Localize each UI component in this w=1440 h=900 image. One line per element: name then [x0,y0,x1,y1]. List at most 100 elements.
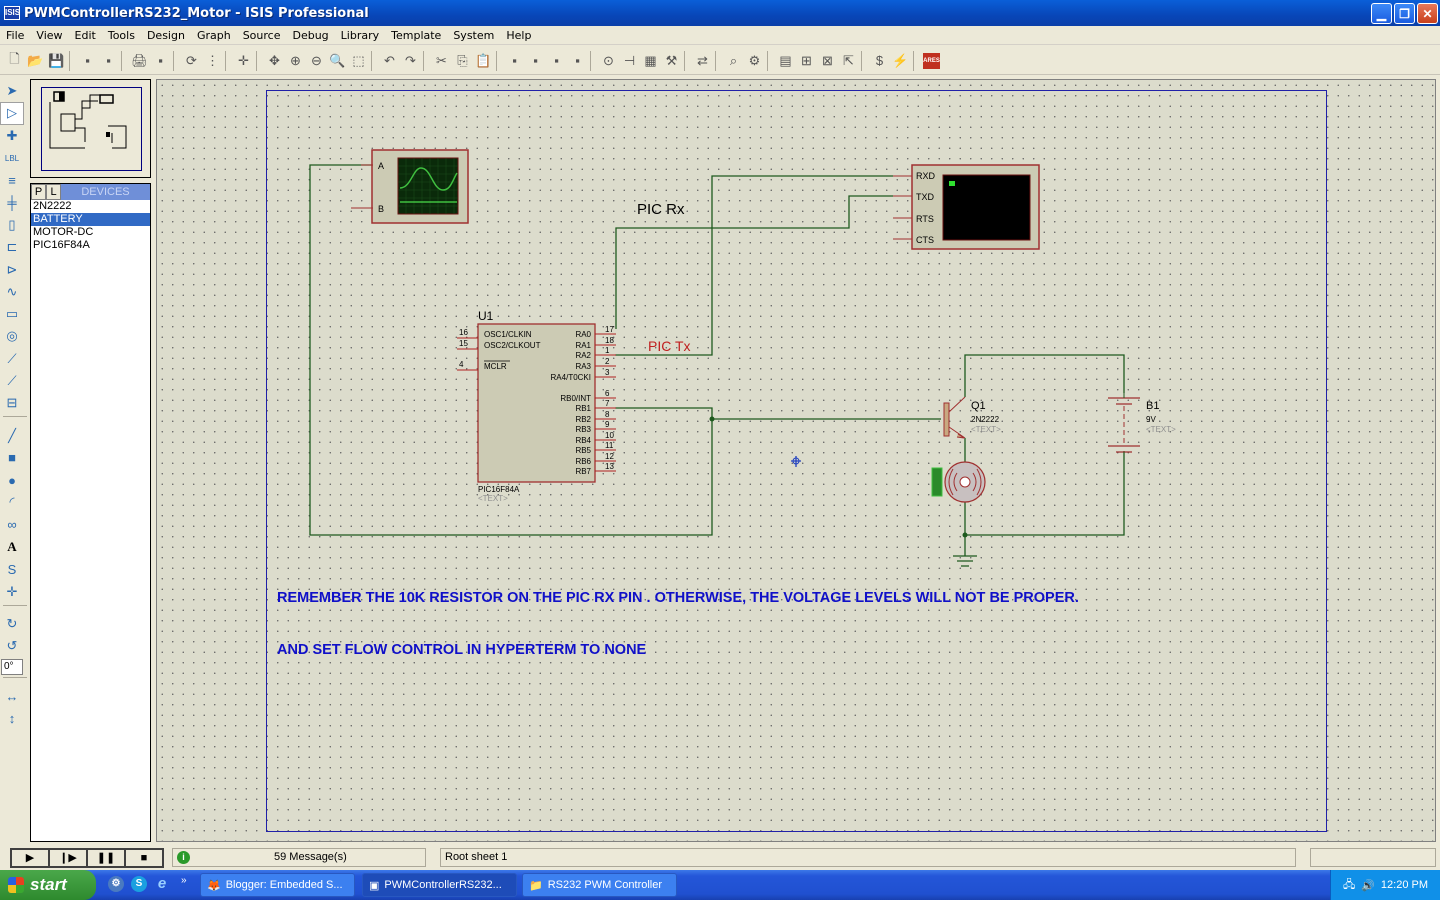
copy-icon[interactable]: ⎘ [452,50,473,71]
bus-icon[interactable]: ╪ [0,191,24,213]
redraw-icon[interactable]: ⟳ [181,50,202,71]
menu-edit[interactable]: Edit [69,29,102,42]
subcircuit-icon[interactable]: ▯ [0,214,24,236]
start-button[interactable]: start [0,870,96,900]
print-icon[interactable]: 🖨 [129,50,150,71]
menu-graph[interactable]: Graph [191,29,237,42]
box-icon[interactable]: ■ [0,447,24,469]
virtual-terminal[interactable]: RXD TXD RTS CTS [893,164,1040,250]
redo-icon[interactable]: ↷ [400,50,421,71]
wire-label-icon[interactable]: LBL [0,147,24,169]
mirror-y-icon[interactable]: ↕ [0,708,24,730]
paste-icon[interactable]: 📋 [473,50,494,71]
symbol-icon[interactable]: S [0,558,24,580]
library-manager-button[interactable]: L [46,184,61,200]
menu-debug[interactable]: Debug [286,29,334,42]
device-item[interactable]: BATTERY [31,213,150,226]
remove-sheet-icon[interactable]: ⊠ [817,50,838,71]
new-sheet-icon[interactable]: ▤ [775,50,796,71]
graph-icon[interactable]: ∿ [0,281,24,303]
block-copy-icon[interactable]: ▪ [504,50,525,71]
import-section-icon[interactable]: ▪ [77,50,98,71]
internet-explorer-icon[interactable]: e [154,876,170,892]
virtual-instrument-icon[interactable]: ⊟ [0,392,24,414]
packaging-icon[interactable]: ▦ [640,50,661,71]
taskbar-item[interactable]: 🦊 Blogger: Embedded S... [200,873,355,897]
u1-pic16f84a[interactable]: U1 PIC16F84A <TEXT> 16 OSC1/CLKIN15 OSC2/C… [457,309,616,503]
make-device-icon[interactable]: ⊣ [619,50,640,71]
cut-icon[interactable]: ✂ [431,50,452,71]
overview-viewport[interactable] [41,87,142,171]
schematic[interactable]: A B RXD TXD RTS CTS PIC Rx PIC Tx U1 PIC… [157,80,1437,843]
quicklaunch-overflow-icon[interactable]: » [181,875,187,886]
marker-icon[interactable]: ✛ [0,581,24,603]
block-rotate-icon[interactable]: ▪ [546,50,567,71]
select-icon[interactable]: ➤ [0,80,24,102]
menu-system[interactable]: System [447,29,500,42]
taskbar-item[interactable]: ▣ PWMControllerRS232... [362,873,517,897]
pin-icon[interactable]: ⊳ [0,258,24,280]
terminal-icon[interactable]: ⊏ [0,236,24,258]
goto-parent-icon[interactable]: ⇱ [838,50,859,71]
message-box[interactable]: i 59 Message(s) [172,848,426,867]
quicklaunch-app-icon[interactable]: ⚙ [108,876,124,892]
zoom-all-icon[interactable]: 🔍 [327,50,348,71]
mirror-x-icon[interactable]: ↔ [0,685,24,707]
rotate-ccw-icon[interactable]: ↺ [0,635,24,657]
tape-recorder-icon[interactable]: ▭ [0,303,24,325]
pan-icon[interactable]: ✥ [264,50,285,71]
isis-app-icon[interactable]: ISIS [4,6,20,20]
network-icon[interactable]: 🖧 [1343,876,1355,895]
zoom-area-icon[interactable]: ⬚ [348,50,369,71]
zoom-out-icon[interactable]: ⊖ [306,50,327,71]
new-icon[interactable]: 🗋 [4,50,25,71]
device-item[interactable]: 2N2222 [31,200,150,213]
overview-window[interactable] [30,79,151,178]
line-icon[interactable]: ╱ [0,424,24,446]
block-move-icon[interactable]: ▪ [525,50,546,71]
grid-icon[interactable]: ⋮ [202,50,223,71]
menu-help[interactable]: Help [500,29,537,42]
device-item[interactable]: MOTOR-DC [31,226,150,239]
menu-template[interactable]: Template [385,29,447,42]
origin-icon[interactable]: ✛ [233,50,254,71]
menu-library[interactable]: Library [335,29,385,42]
q1-transistor[interactable]: Q1 2N2222 <TEXT> [943,396,1001,439]
add-sheet-icon[interactable]: ⊞ [796,50,817,71]
motor-dc[interactable] [931,461,986,503]
pick-devices-button[interactable]: P [31,184,46,200]
close-button[interactable]: ✕ [1417,3,1438,24]
skype-icon[interactable]: S [131,876,147,892]
restore-button[interactable]: ❐ [1394,3,1415,24]
b1-battery[interactable]: B1 9V <TEXT> [1108,393,1176,456]
bill-of-materials-icon[interactable]: $ [869,50,890,71]
decompose-icon[interactable]: ⚒ [661,50,682,71]
junction-icon[interactable]: ✚ [0,125,24,147]
property-assign-icon[interactable]: ⚙ [744,50,765,71]
pick-device-icon[interactable]: ⊙ [598,50,619,71]
wire-autoroute-icon[interactable]: ⇄ [692,50,713,71]
open-icon[interactable]: 📂 [25,50,46,71]
path-icon[interactable]: ∞ [0,514,24,536]
text-script-icon[interactable]: ≡ [0,169,24,191]
menu-file[interactable]: File [0,29,30,42]
component-icon[interactable]: ▷ [0,102,24,125]
play-button[interactable]: ▶ [11,848,49,867]
schematic-canvas[interactable]: A B RXD TXD RTS CTS PIC Rx PIC Tx U1 PIC… [156,79,1436,842]
arc-icon[interactable]: ◜ [0,491,24,513]
pause-button[interactable]: ❚❚ [87,848,125,867]
generator-icon[interactable]: ◎ [0,325,24,347]
save-icon[interactable]: 💾 [46,50,67,71]
step-button[interactable]: ❙▶ [49,848,87,867]
menu-source[interactable]: Source [237,29,287,42]
rotate-cw-icon[interactable]: ↻ [0,613,24,635]
export-section-icon[interactable]: ▪ [98,50,119,71]
volume-icon[interactable]: 🔊 [1361,879,1375,892]
stop-button[interactable]: ■ [125,848,163,867]
search-icon[interactable]: ⌕ [723,50,744,71]
current-probe-icon[interactable]: ⟋ [0,370,24,392]
oscilloscope[interactable]: A B [351,149,469,224]
circle-icon[interactable]: ● [0,469,24,491]
ares-icon[interactable]: ARES [923,52,940,69]
print-area-icon[interactable]: ▪ [150,50,171,71]
